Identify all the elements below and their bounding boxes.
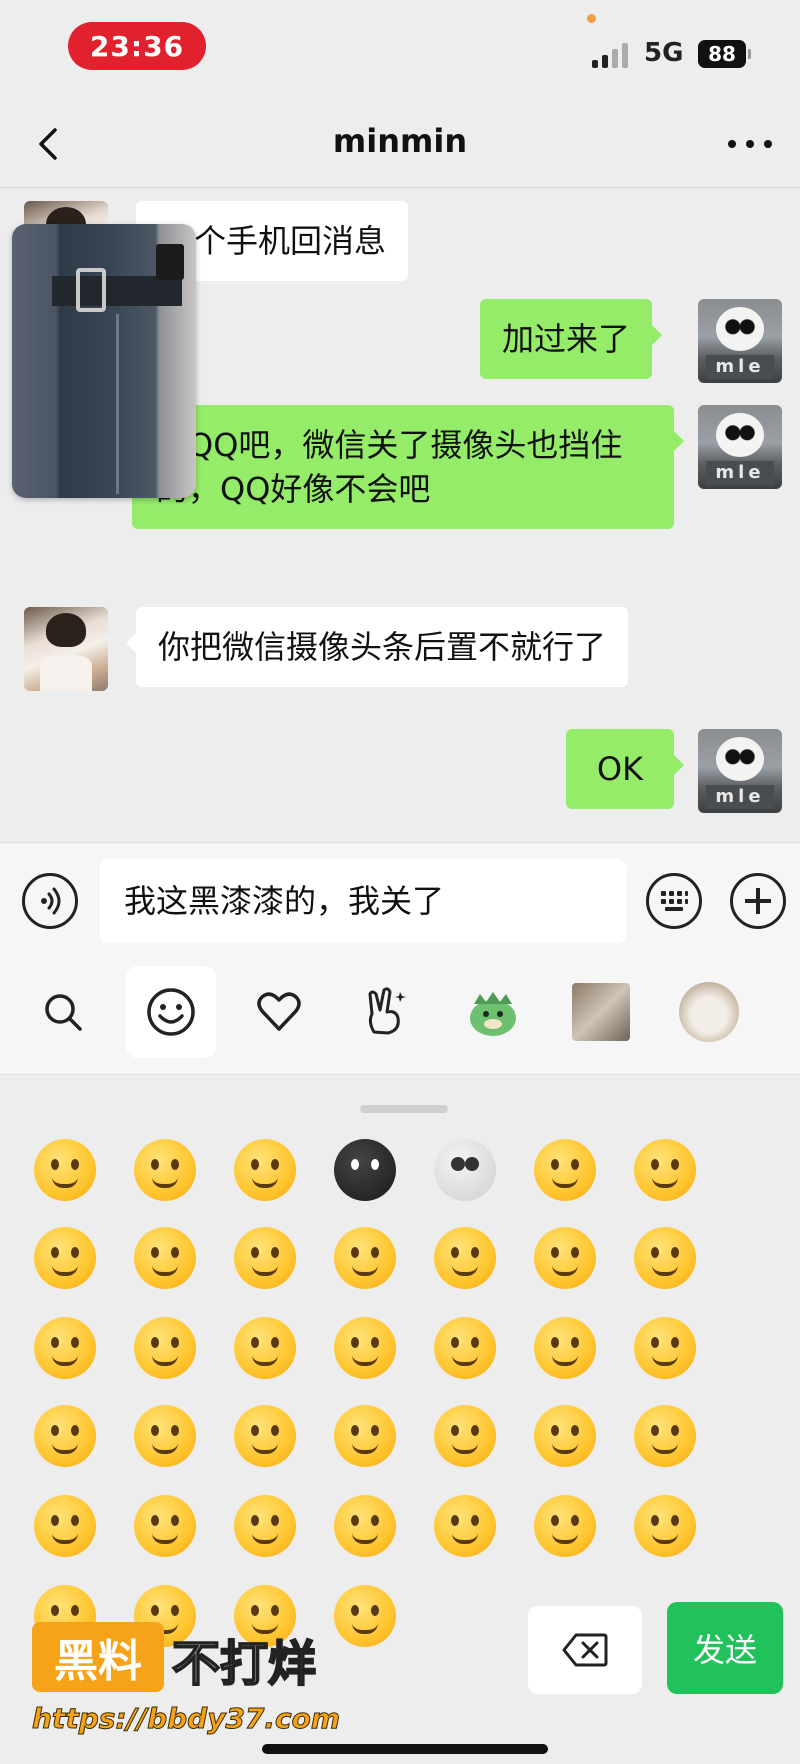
emoji-icon[interactable]: [230, 1491, 300, 1561]
emoji-icon[interactable]: [30, 1135, 100, 1205]
self-avatar[interactable]: [698, 729, 782, 813]
watermark: 黑料 不打烊 https://bbdy37.com: [31, 1622, 362, 1742]
emoji-icon[interactable]: [430, 1313, 500, 1383]
emoji-icon[interactable]: [30, 1313, 100, 1383]
emoji-icon[interactable]: [530, 1491, 600, 1561]
emoji-icon[interactable]: [630, 1313, 700, 1383]
emoji-icon[interactable]: [330, 1223, 400, 1293]
emoji-icon[interactable]: [330, 1401, 400, 1471]
emoji-icon[interactable]: [430, 1135, 500, 1205]
sticker-tabs: [0, 952, 800, 1074]
chat-header: minmin: [0, 100, 800, 188]
status-time: 23:36: [68, 22, 206, 70]
search-icon[interactable]: [18, 966, 108, 1058]
victory-hand-icon[interactable]: [340, 966, 430, 1058]
floating-video-window[interactable]: [12, 224, 196, 498]
emoji-icon[interactable]: [530, 1223, 600, 1293]
watermark-badge: 黑料: [32, 1622, 164, 1692]
emoji-icon[interactable]: [130, 1223, 200, 1293]
chat-title: minmin: [332, 122, 468, 160]
emoji-icon[interactable]: [530, 1313, 600, 1383]
cat-face-sticker-icon[interactable]: [664, 966, 754, 1058]
emoji-icon[interactable]: [30, 1223, 100, 1293]
message-bubble-outgoing[interactable]: OK: [566, 729, 684, 809]
contact-avatar[interactable]: [24, 607, 108, 691]
message-input[interactable]: 我这黑漆漆的，我关了: [100, 859, 626, 943]
watermark-slogan: 不打烊: [171, 1635, 317, 1693]
emoji-icon[interactable]: [30, 1491, 100, 1561]
emoji-icon[interactable]: [430, 1223, 500, 1293]
emoji-icon[interactable]: [430, 1491, 500, 1561]
home-indicator[interactable]: [262, 1744, 548, 1754]
input-bar: 我这黑漆漆的，我关了: [0, 842, 800, 952]
emoji-icon[interactable]: [230, 1135, 300, 1205]
dinosaur-sticker-icon[interactable]: [448, 966, 538, 1058]
more-dots-icon[interactable]: [728, 126, 772, 162]
self-avatar[interactable]: [698, 299, 782, 383]
emoji-icon[interactable]: [30, 1401, 100, 1471]
emoji-icon[interactable]: [130, 1491, 200, 1561]
battery-icon: 88: [698, 40, 751, 68]
send-button[interactable]: 发送: [667, 1602, 783, 1694]
emoji-icon[interactable]: [630, 1135, 700, 1205]
emoji-icon[interactable]: [630, 1491, 700, 1561]
app-logo-icon: [156, 244, 184, 280]
smiley-icon[interactable]: [126, 966, 216, 1058]
emoji-icon[interactable]: [530, 1135, 600, 1205]
signal-icon: [592, 42, 632, 68]
emoji-icon[interactable]: [330, 1135, 400, 1205]
emoji-icon[interactable]: [230, 1401, 300, 1471]
cat-sticker-icon[interactable]: [556, 966, 646, 1058]
plus-icon[interactable]: [730, 873, 786, 929]
self-avatar[interactable]: [698, 405, 782, 489]
network-type: 5G: [644, 38, 684, 68]
message-bubble-outgoing[interactable]: 加过来了: [480, 299, 663, 379]
emoji-icon[interactable]: [130, 1135, 200, 1205]
emoji-icon[interactable]: [530, 1401, 600, 1471]
status-bar: 23:36 5G 88: [0, 0, 800, 100]
emoji-icon[interactable]: [230, 1313, 300, 1383]
emoji-icon[interactable]: [330, 1313, 400, 1383]
message-bubble-outgoing[interactable]: 不QQ吧，微信关了摄像头也挡住的，QQ好像不会吧: [132, 405, 684, 529]
panel-grab-handle[interactable]: [360, 1105, 448, 1113]
watermark-url: https://bbdy37.com: [31, 1702, 341, 1736]
emoji-icon[interactable]: [430, 1401, 500, 1471]
emoji-icon[interactable]: [130, 1401, 200, 1471]
heart-icon[interactable]: [234, 966, 324, 1058]
emoji-icon[interactable]: [330, 1491, 400, 1561]
emoji-icon[interactable]: [630, 1401, 700, 1471]
emoji-icon[interactable]: [130, 1313, 200, 1383]
emoji-icon[interactable]: [630, 1223, 700, 1293]
backspace-icon[interactable]: [528, 1606, 642, 1694]
voice-icon[interactable]: [22, 873, 78, 929]
emoji-icon[interactable]: [230, 1223, 300, 1293]
message-bubble-incoming[interactable]: 你把微信摄像头条后置不就行了: [125, 607, 629, 687]
privacy-dot-indicator: [587, 14, 596, 23]
keyboard-icon[interactable]: [646, 873, 702, 929]
